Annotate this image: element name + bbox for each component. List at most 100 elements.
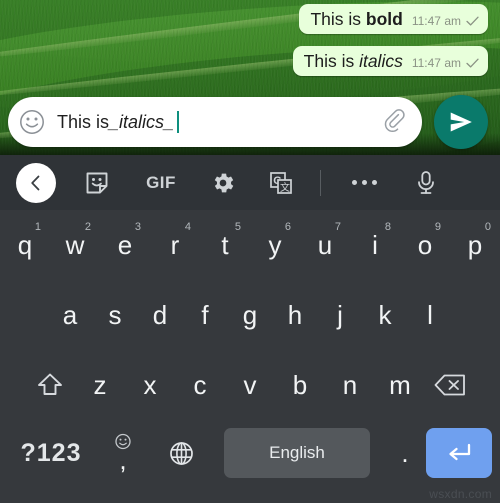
- key-q[interactable]: 1q: [0, 210, 50, 280]
- chevron-left-icon: [31, 175, 40, 190]
- key-label: z: [93, 369, 107, 400]
- message-meta: 11:47 am: [412, 56, 479, 70]
- key-label: v: [243, 369, 257, 400]
- check-icon: [466, 16, 479, 26]
- comma-emoji-key[interactable]: ,: [94, 427, 152, 479]
- comma-label: ,: [119, 445, 127, 475]
- sticker-icon: [86, 172, 108, 193]
- microphone-icon: [418, 170, 434, 194]
- message-text: This is italics: [304, 51, 403, 71]
- key-number-label: 8: [384, 221, 391, 233]
- translate-icon: G 文: [270, 171, 292, 194]
- keyboard-row-3: z x c v b n m: [0, 350, 500, 420]
- gear-icon: [214, 173, 234, 192]
- dot: [351, 180, 357, 185]
- spacebar-label: English: [269, 443, 325, 462]
- message-meta: 11:47 am: [412, 14, 479, 28]
- smiley-icon[interactable]: [18, 108, 46, 136]
- key-p[interactable]: 0p: [450, 210, 500, 280]
- language-switch-key[interactable]: [152, 427, 210, 479]
- key-a[interactable]: a: [48, 280, 93, 350]
- input-value-plain: This is: [57, 111, 110, 132]
- key-i[interactable]: 8i: [350, 210, 400, 280]
- key-label: i: [372, 229, 378, 260]
- backspace-key[interactable]: [425, 350, 475, 420]
- check-icon: [466, 58, 479, 68]
- message-text-plain: This is: [303, 51, 360, 71]
- key-c[interactable]: c: [175, 350, 225, 420]
- key-label: b: [292, 369, 308, 400]
- dot: [361, 180, 367, 185]
- key-h[interactable]: h: [273, 280, 318, 350]
- keyboard-row-4: ?123 , English .: [0, 420, 500, 496]
- input-value-markup: _italics_: [109, 111, 175, 132]
- shift-icon: [38, 373, 62, 395]
- key-z[interactable]: z: [75, 350, 125, 420]
- key-n[interactable]: n: [325, 350, 375, 420]
- gif-button[interactable]: GIF: [138, 166, 184, 200]
- watermark: wsxdn.com: [429, 487, 492, 501]
- key-g[interactable]: g: [228, 280, 273, 350]
- key-l[interactable]: l: [408, 280, 453, 350]
- key-number-label: 0: [484, 221, 491, 233]
- key-label: e: [117, 229, 133, 260]
- key-m[interactable]: m: [375, 350, 425, 420]
- enter-key[interactable]: [426, 428, 492, 478]
- message-bubble-outgoing[interactable]: This is bold 11:47 am: [299, 4, 488, 35]
- key-label: x: [143, 369, 157, 400]
- voice-input-button[interactable]: [411, 166, 441, 200]
- key-o[interactable]: 9o: [400, 210, 450, 280]
- key-number-label: 9: [434, 221, 441, 233]
- message-input-text[interactable]: This is _italics_: [57, 111, 382, 133]
- key-u[interactable]: 7u: [300, 210, 350, 280]
- message-input-bar[interactable]: This is _italics_: [8, 97, 422, 147]
- back-button[interactable]: [16, 162, 56, 203]
- message-bubble-outgoing[interactable]: This is italics 11:47 am: [292, 46, 488, 77]
- globe-icon: [169, 441, 193, 465]
- period-key[interactable]: .: [384, 427, 426, 479]
- key-label: r: [170, 229, 180, 260]
- toolbar-divider: [320, 169, 321, 196]
- key-j[interactable]: j: [318, 280, 363, 350]
- key-label: t: [221, 229, 229, 260]
- shift-key[interactable]: [25, 350, 75, 420]
- key-label: k: [378, 299, 392, 330]
- message-text-italic: italics: [359, 51, 403, 71]
- dot: [371, 180, 377, 185]
- key-t[interactable]: 5t: [200, 210, 250, 280]
- key-v[interactable]: v: [225, 350, 275, 420]
- send-button[interactable]: [434, 95, 488, 149]
- key-k[interactable]: k: [363, 280, 408, 350]
- text-cursor: [177, 111, 180, 133]
- key-label: j: [337, 299, 343, 330]
- key-r[interactable]: 4r: [150, 210, 200, 280]
- key-b[interactable]: b: [275, 350, 325, 420]
- key-y[interactable]: 6y: [250, 210, 300, 280]
- settings-button[interactable]: [206, 166, 240, 200]
- spacebar-key[interactable]: English: [224, 428, 370, 478]
- key-label: p: [467, 229, 483, 260]
- key-label: o: [417, 229, 433, 260]
- on-screen-keyboard: 1q2w3e4r5t6y7u8i9o0p asdfghjkl z x c v b…: [0, 210, 500, 503]
- symbols-key[interactable]: ?123: [8, 427, 94, 479]
- key-e[interactable]: 3e: [100, 210, 150, 280]
- symbols-label: ?123: [20, 438, 82, 467]
- key-label: l: [427, 299, 433, 330]
- key-number-label: 6: [284, 221, 291, 233]
- paperclip-icon[interactable]: [382, 109, 408, 135]
- key-s[interactable]: s: [93, 280, 138, 350]
- sticker-button[interactable]: [80, 166, 114, 200]
- key-w[interactable]: 2w: [50, 210, 100, 280]
- translate-button[interactable]: G 文: [264, 166, 298, 200]
- key-label: f: [201, 299, 209, 330]
- more-options-button[interactable]: [347, 173, 381, 193]
- key-label: g: [242, 299, 258, 330]
- key-label: s: [108, 299, 122, 330]
- key-x[interactable]: x: [125, 350, 175, 420]
- key-number-label: 3: [134, 221, 141, 233]
- key-number-label: 2: [84, 221, 91, 233]
- key-d[interactable]: d: [138, 280, 183, 350]
- key-f[interactable]: f: [183, 280, 228, 350]
- backspace-icon: [434, 374, 465, 396]
- message-text-plain: This is: [310, 9, 366, 29]
